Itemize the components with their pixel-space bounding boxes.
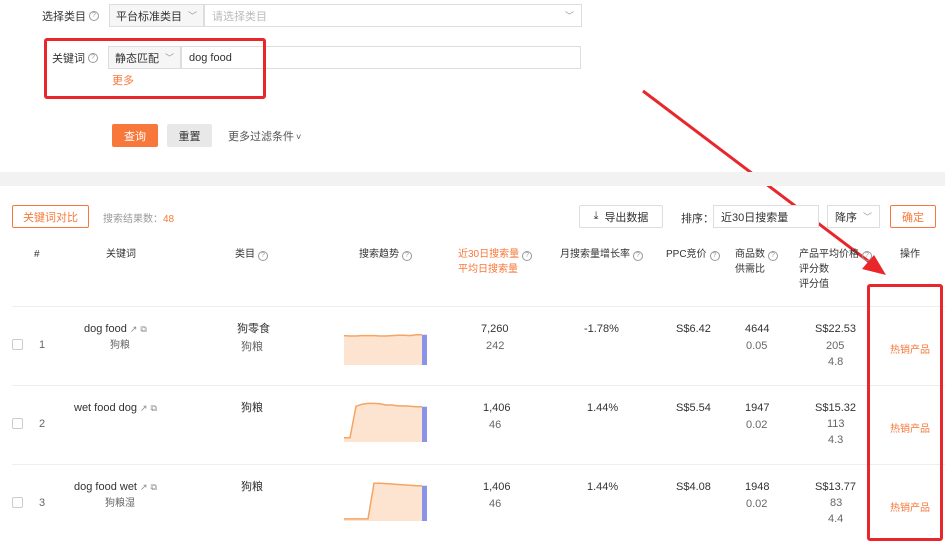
ratio-value: 0.02 (746, 419, 768, 431)
trend-area (344, 334, 422, 365)
row-divider (12, 385, 945, 386)
trend-line (344, 334, 422, 337)
col-keyword: 关键词 (106, 249, 136, 260)
copy-icon[interactable]: ⧉ (151, 403, 157, 413)
trend-sparkline (344, 334, 427, 365)
keyword-cell: dog food ↗ ⧉ (84, 321, 147, 338)
help-icon[interactable]: ? (709, 251, 720, 261)
goods-value: 4644 (745, 323, 770, 335)
export-button[interactable]: ⤓ 导出数据 (579, 205, 663, 228)
confirm-button[interactable]: 确定 (890, 205, 936, 228)
goods-value: 1948 (745, 481, 770, 493)
col-search30[interactable]: 近30日搜索量? 平均日搜索量 (458, 247, 533, 277)
search30-value: 7,260 (481, 323, 509, 335)
col-ppc: PPC竞价? (666, 247, 720, 262)
copy-icon[interactable]: ⧉ (151, 482, 157, 492)
external-link-icon[interactable]: ↗ (140, 482, 148, 492)
row-checkbox[interactable] (12, 418, 23, 429)
help-icon[interactable]: ? (633, 251, 643, 261)
download-icon: ⤓ (593, 210, 599, 222)
keyword-translation: 狗粮湿 (105, 498, 135, 509)
trend-sparkline (344, 482, 427, 521)
ppc-value: S$4.08 (676, 481, 711, 493)
chevron-down-icon: ﹀ (862, 212, 872, 222)
keyword-cell: wet food dog ↗ ⧉ (74, 400, 157, 417)
growth-value: 1.44% (587, 402, 619, 414)
price-value: S$15.32 (815, 402, 856, 414)
row-index: 2 (39, 418, 46, 430)
ppc-value: S$6.42 (676, 323, 711, 335)
ratio-value: 0.02 (746, 498, 768, 510)
col-category: 类目? (235, 247, 268, 262)
col-index: # (34, 249, 40, 260)
price-value: S$13.77 (815, 481, 856, 493)
col-growth: 月搜索量增长率? (560, 247, 643, 262)
keyword-translation: 狗粮 (110, 340, 130, 351)
row-divider (12, 464, 945, 465)
col-action: 操作 (900, 249, 920, 260)
col-price: 产品平均价格? 评分数 评分值 (799, 247, 872, 292)
category-primary: 狗粮 (241, 481, 263, 493)
trend-sparkline (344, 402, 427, 442)
row-checkbox[interactable] (12, 339, 23, 350)
help-icon[interactable]: ? (768, 251, 778, 261)
avg-daily-value: 46 (489, 498, 502, 510)
rating-value: 4.3 (828, 434, 844, 446)
trend-latest-marker (422, 485, 427, 521)
avg-daily-value: 242 (486, 340, 505, 352)
help-icon[interactable]: ? (258, 251, 268, 261)
ratio-value: 0.05 (746, 340, 768, 352)
rating-count: 205 (826, 340, 845, 352)
rating-value: 4.8 (828, 356, 844, 368)
external-link-icon[interactable]: ↗ (130, 324, 138, 334)
row-divider (12, 306, 945, 307)
trend-area (344, 483, 422, 521)
ppc-value: S$5.54 (676, 402, 711, 414)
trend-latest-marker (422, 406, 427, 442)
search30-value: 1,406 (483, 481, 511, 493)
rating-count: 113 (827, 418, 845, 430)
goods-value: 1947 (745, 402, 770, 414)
trend-latest-marker (422, 334, 427, 365)
keyword-text[interactable]: dog food wet (74, 481, 137, 493)
keyword-text[interactable]: dog food (84, 323, 127, 335)
avg-daily-value: 46 (489, 419, 502, 431)
external-link-icon[interactable]: ↗ (140, 403, 148, 413)
section-divider (0, 172, 945, 186)
order-select[interactable]: 降序 ﹀ (827, 205, 880, 228)
col-trend: 搜索趋势? (359, 247, 412, 262)
sort-select[interactable]: 近30日搜索量 (713, 205, 819, 228)
search30-value: 1,406 (483, 402, 511, 414)
help-icon[interactable]: ? (862, 251, 872, 261)
category-primary: 狗粮 (241, 402, 263, 414)
annotation-box-action (867, 284, 943, 541)
growth-value: -1.78% (584, 323, 619, 335)
result-count: 搜索结果数：48 (103, 214, 175, 225)
rating-count: 83 (830, 497, 843, 509)
category-primary: 狗零食 (237, 323, 270, 335)
keyword-cell: dog food wet ↗ ⧉ (74, 479, 157, 496)
growth-value: 1.44% (587, 481, 619, 493)
row-index: 3 (39, 497, 46, 509)
help-icon[interactable]: ? (522, 251, 533, 261)
keyword-text[interactable]: wet food dog (74, 402, 137, 414)
price-value: S$22.53 (815, 323, 856, 335)
sort-label: 排序： (681, 213, 714, 225)
copy-icon[interactable]: ⧉ (140, 324, 146, 334)
row-checkbox[interactable] (12, 497, 23, 508)
category-secondary: 狗粮 (241, 341, 263, 353)
keyword-compare-button[interactable]: 关键词对比 (12, 205, 89, 228)
row-index: 1 (39, 339, 46, 351)
rating-value: 4.4 (828, 513, 844, 525)
col-goods: 商品数? 供需比 (735, 247, 778, 277)
help-icon[interactable]: ? (402, 251, 412, 261)
